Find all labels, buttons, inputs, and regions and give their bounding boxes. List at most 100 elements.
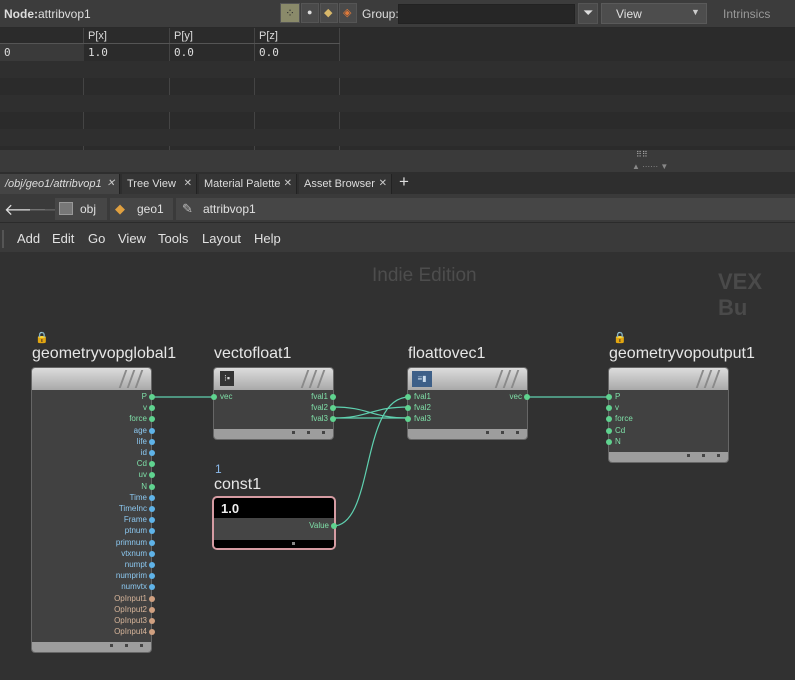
port-label: ptnum	[124, 526, 147, 536]
port-dot[interactable]	[405, 405, 411, 411]
menu-go[interactable]: Go	[88, 226, 105, 252]
breadcrumb-attribvop1[interactable]: ✎ attribvop1	[176, 198, 795, 220]
port-label: fval1	[311, 392, 328, 401]
port-dot[interactable]	[330, 416, 336, 422]
node-title-const: const1	[214, 476, 262, 493]
lock-icon: 🔒	[613, 332, 627, 344]
grip-icon: ⠿⠿	[636, 150, 648, 159]
column-header-pz[interactable]: P[z]	[255, 28, 340, 44]
vector-split-icon: ⁝▪	[220, 371, 234, 386]
port-dot[interactable]	[149, 618, 155, 624]
port-label: P	[141, 392, 147, 401]
column-header-px[interactable]: P[x]	[84, 28, 170, 44]
detail-icon: ◈	[343, 7, 352, 19]
column-header-index[interactable]	[0, 28, 84, 44]
port-dot[interactable]	[149, 483, 155, 490]
port-label: age	[133, 425, 147, 435]
detail-button[interactable]: ◈	[339, 3, 357, 23]
points-icon: ⁘	[285, 6, 296, 20]
node-header: ≡▮	[408, 368, 527, 390]
port-dot[interactable]	[149, 438, 155, 445]
attribute-class-button[interactable]: ⁘	[280, 3, 300, 23]
node-footer	[214, 429, 333, 439]
column-header-py[interactable]: P[y]	[170, 28, 255, 44]
port-dot[interactable]	[330, 394, 336, 400]
breadcrumb-obj[interactable]: obj	[55, 198, 107, 220]
port-dot[interactable]	[606, 427, 612, 434]
primitive-icon: ●	[307, 7, 313, 17]
primitives-button[interactable]: ●	[301, 3, 319, 23]
port-dot[interactable]	[331, 523, 337, 529]
view-dropdown[interactable]: View ▼	[601, 3, 707, 24]
network-menubar: Add Edit Go View Tools Layout Help	[0, 226, 795, 252]
table-cell-index[interactable]: 0	[0, 45, 11, 61]
breadcrumb-label: geo1	[137, 202, 164, 216]
port-dot[interactable]	[524, 394, 530, 400]
port-label: Cd	[136, 459, 147, 469]
port-dot[interactable]	[149, 394, 155, 400]
port-label: fval2	[414, 403, 431, 412]
node-header	[32, 368, 151, 390]
group-input[interactable]	[398, 4, 575, 24]
menu-tools[interactable]: Tools	[158, 226, 188, 252]
node-header: ⁝▪	[214, 368, 333, 390]
vertices-button[interactable]: ◆	[320, 3, 338, 23]
close-icon[interactable]: ✕	[107, 174, 115, 194]
filter-button[interactable]: ⏷	[578, 3, 598, 24]
tab-material-palette[interactable]: Material Palette ✕	[199, 174, 297, 194]
table-cell-pz[interactable]: 0.0	[255, 45, 279, 61]
port-label: fval3	[311, 414, 328, 423]
port-label: TimeInc	[118, 504, 147, 513]
menu-help[interactable]: Help	[254, 226, 281, 252]
port-dot[interactable]	[211, 394, 217, 400]
port-label: N	[141, 481, 147, 491]
port-label: vec	[220, 392, 233, 401]
port-label: force	[615, 414, 633, 424]
port-dot[interactable]	[405, 416, 411, 422]
port-dot[interactable]	[149, 606, 155, 613]
port-dot[interactable]	[149, 494, 155, 501]
port-label: primnum	[115, 537, 147, 547]
menu-add[interactable]: Add	[17, 226, 40, 252]
close-icon[interactable]: ✕	[379, 174, 387, 194]
wire-const-to-fval1	[332, 396, 410, 527]
close-icon[interactable]: ✕	[284, 174, 292, 194]
menu-edit[interactable]: Edit	[52, 226, 74, 252]
port-label: OpInput3	[114, 616, 147, 625]
menu-layout[interactable]: Layout	[202, 226, 241, 252]
port-dot[interactable]	[149, 427, 155, 434]
pane-splitter[interactable]: ⠿⠿ ▲ ⋯⋯ ▼	[0, 150, 795, 172]
geometry-icon: ◆	[115, 201, 125, 216]
port-label: v	[615, 403, 619, 413]
tab-label: Asset Browser	[304, 178, 375, 190]
port-dot[interactable]	[606, 394, 612, 400]
tab-network-path[interactable]: /obj/geo1/attribvop1 ✕	[0, 174, 120, 194]
port-label: numvtx	[121, 582, 147, 592]
port-dot[interactable]	[606, 438, 612, 445]
node-name: attribvop1	[38, 7, 91, 21]
port-dot[interactable]	[149, 539, 155, 546]
port-dot[interactable]	[149, 550, 155, 557]
port-label: uv	[138, 470, 147, 480]
add-tab-icon[interactable]: +	[399, 172, 409, 192]
table-cell-px[interactable]: 1.0	[84, 45, 108, 61]
port-dot[interactable]	[330, 405, 336, 411]
port-label: vec	[509, 392, 522, 401]
port-label: OpInput2	[114, 604, 147, 614]
intrinsics-button[interactable]: Intrinsics	[723, 7, 770, 21]
network-editor[interactable]: Indie Edition VEX Bu 🔒 geometryvopglobal…	[0, 252, 795, 680]
tab-asset-browser[interactable]: Asset Browser ✕	[299, 174, 392, 194]
menu-view[interactable]: View	[118, 226, 146, 252]
breadcrumb-geo1[interactable]: ◆ geo1	[110, 198, 173, 220]
view-dropdown-label: View	[616, 7, 642, 21]
close-icon[interactable]: ✕	[184, 174, 192, 194]
port-dot[interactable]	[149, 562, 155, 568]
port-dot[interactable]	[149, 450, 155, 456]
tab-tree-view[interactable]: Tree View ✕	[122, 174, 197, 194]
port-dot[interactable]	[149, 506, 155, 512]
port-dot[interactable]	[405, 394, 411, 400]
table-cell-py[interactable]: 0.0	[170, 45, 194, 61]
port-dot[interactable]	[149, 595, 155, 602]
tab-label: Material Palette	[204, 178, 281, 190]
wire-fval1-cross	[332, 406, 410, 419]
